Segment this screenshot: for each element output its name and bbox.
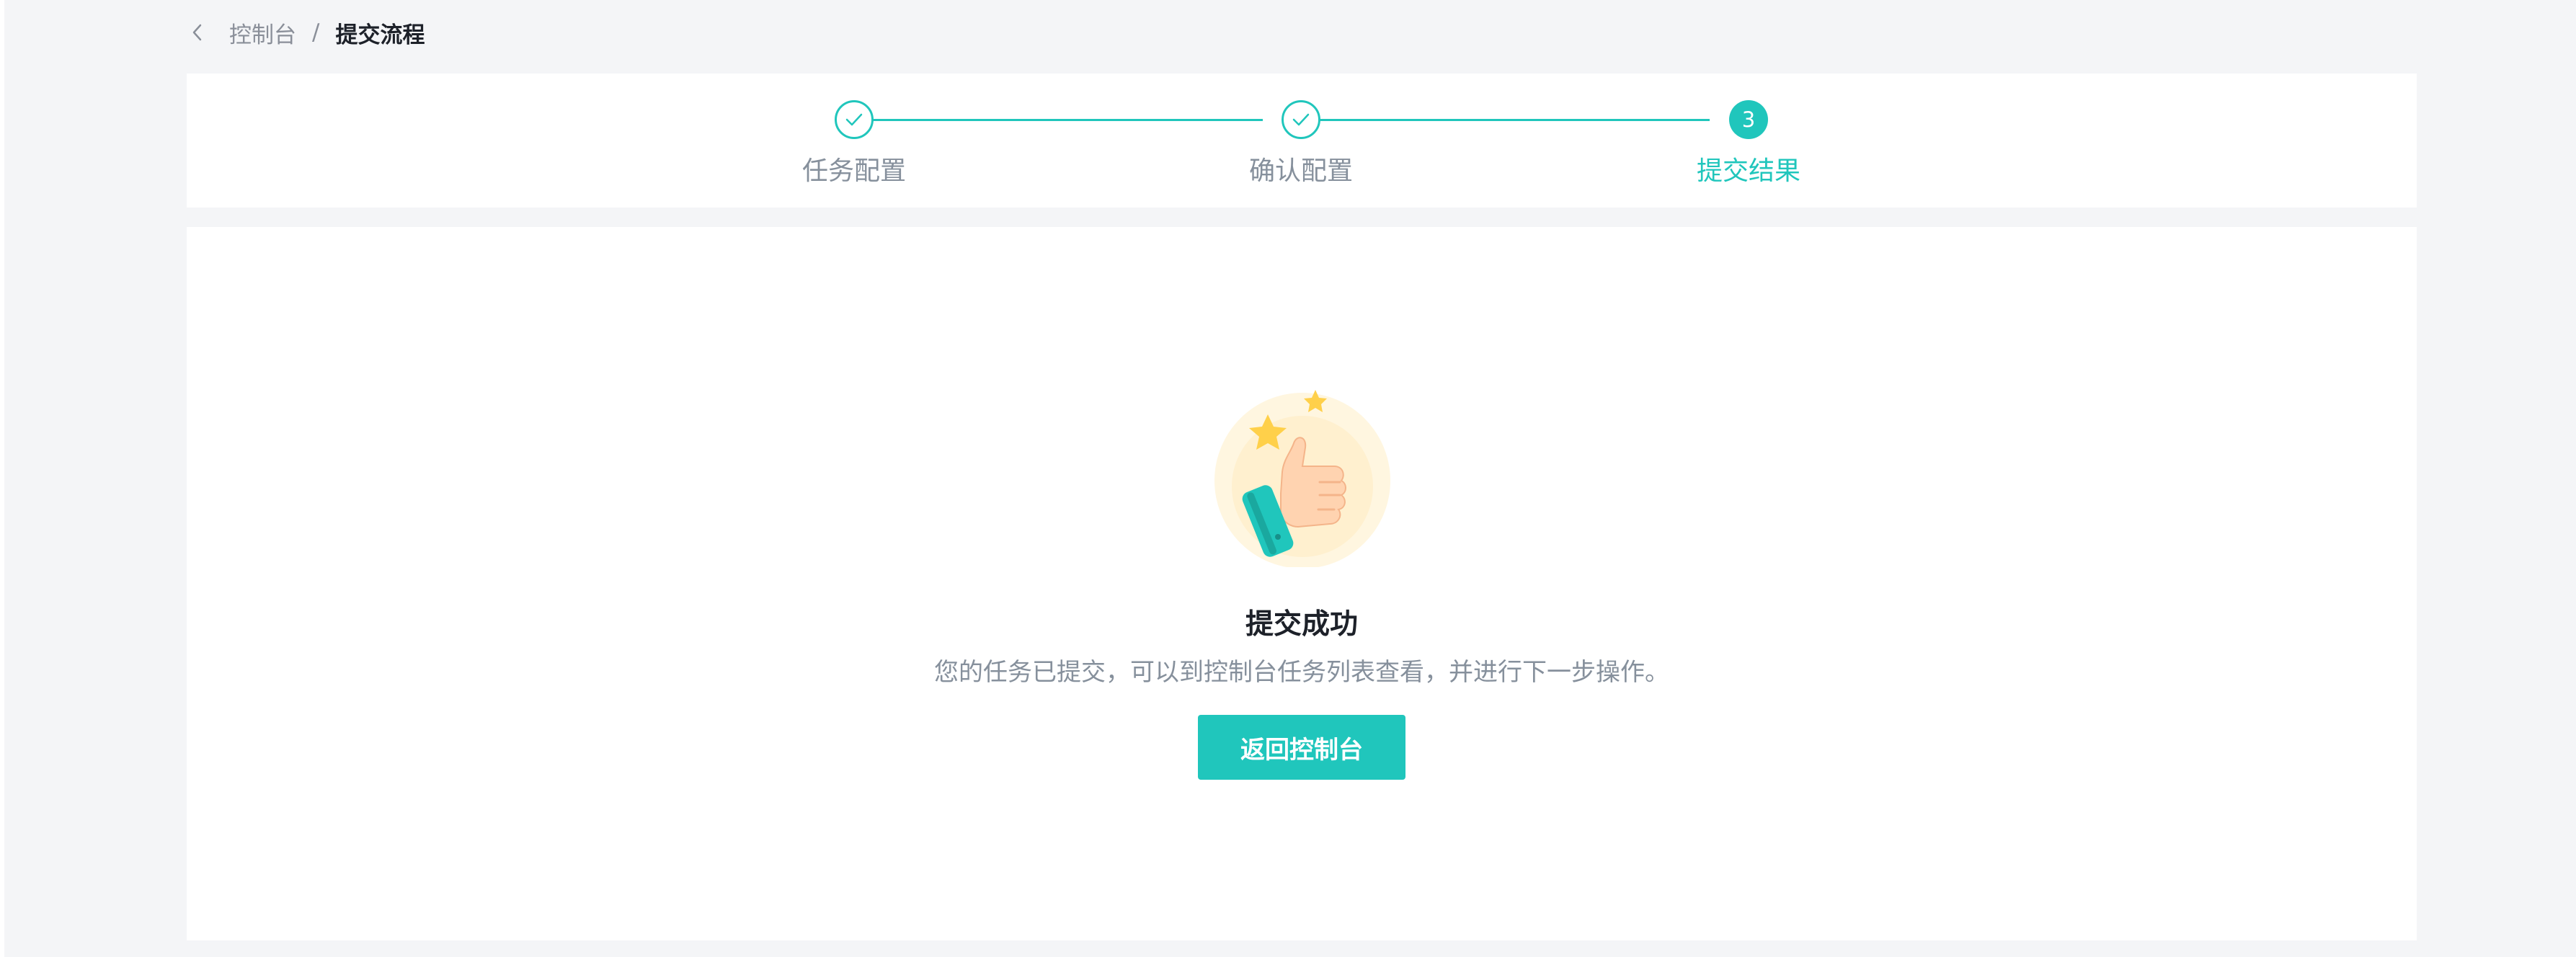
step-1-label: 任务配置 [801, 156, 906, 186]
result-description: 您的任务已提交，可以到控制台任务列表查看，并进行下一步操作。 [934, 658, 1669, 687]
result-card: 提交成功 您的任务已提交，可以到控制台任务列表查看，并进行下一步操作。 返回控制… [187, 227, 2417, 940]
breadcrumb: 控制台 / 提交流程 [189, 16, 425, 49]
breadcrumb-console-link[interactable]: 控制台 [229, 17, 296, 49]
left-edge [0, 0, 4, 957]
chevron-left-icon[interactable] [189, 24, 206, 41]
step-connector-2 [1301, 119, 1710, 121]
step-connector-1 [854, 119, 1263, 121]
breadcrumb-separator: / [312, 19, 320, 45]
step-2-check-icon [1282, 100, 1320, 139]
step-2-label: 确认配置 [1248, 156, 1353, 186]
result-title: 提交成功 [1245, 608, 1358, 641]
step-3-number: 3 [1729, 100, 1768, 139]
breadcrumb-current: 提交流程 [335, 22, 425, 48]
back-to-console-button[interactable]: 返回控制台 [1198, 715, 1405, 780]
thumbs-up-icon [1212, 386, 1393, 569]
step-3-label: 提交结果 [1696, 156, 1800, 186]
steps-card: 任务配置 确认配置 3 提交结果 [187, 74, 2417, 208]
step-1-check-icon [835, 100, 874, 139]
page: 控制台 / 提交流程 任务配置 确认配置 3 提交结果 提交成功 您的任务已提交… [0, 0, 2576, 957]
